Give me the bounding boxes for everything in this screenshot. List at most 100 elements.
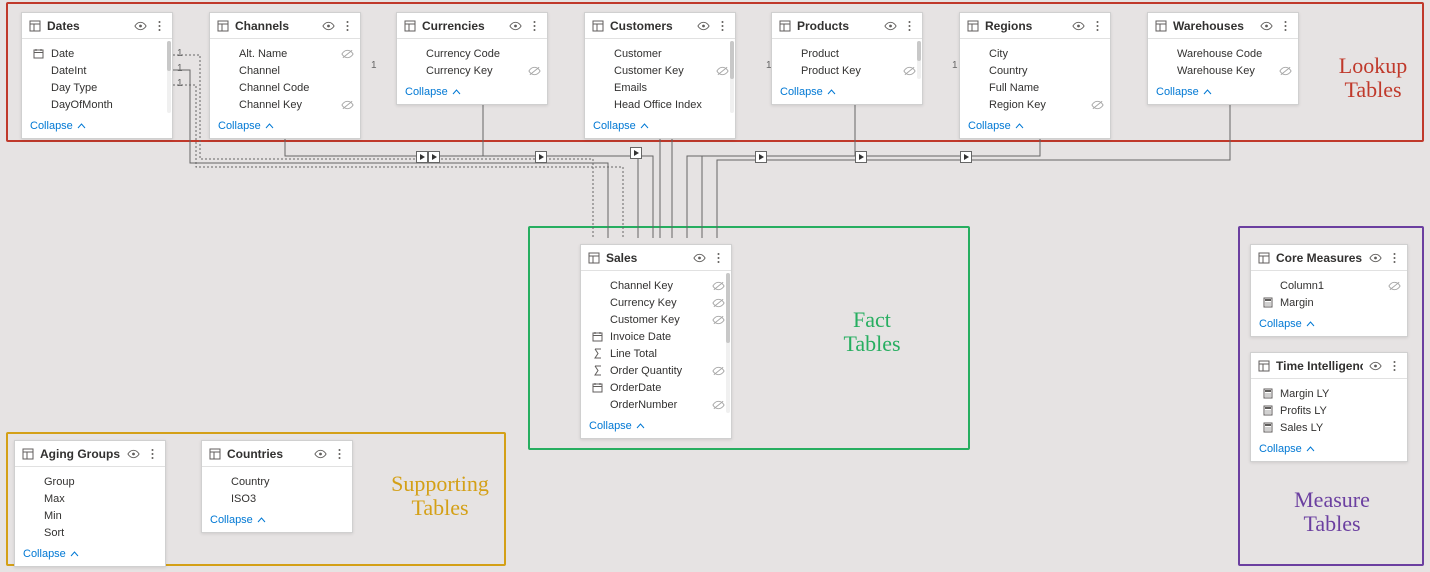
- field-row[interactable]: Region Key: [960, 96, 1110, 113]
- field-row[interactable]: Emails: [585, 79, 735, 96]
- table-currencies[interactable]: Currencies Currency Code Currency Key Co…: [396, 12, 548, 105]
- table-products[interactable]: Products Product Product Key Collapse: [771, 12, 923, 105]
- field-row[interactable]: Country: [202, 473, 352, 490]
- hidden-icon[interactable]: [341, 47, 354, 60]
- more-icon[interactable]: [716, 19, 729, 32]
- collapse-link[interactable]: Collapse: [1251, 313, 1407, 336]
- collapse-link[interactable]: Collapse: [202, 509, 352, 532]
- field-row[interactable]: Min: [15, 507, 165, 524]
- collapse-link[interactable]: Collapse: [1251, 438, 1407, 461]
- field-row[interactable]: Warehouse Key: [1148, 62, 1298, 79]
- table-time-intelligence[interactable]: Time Intelligence Margin LY Profits LY S…: [1250, 352, 1408, 462]
- field-row[interactable]: Channel Key: [581, 277, 731, 294]
- scrollbar-thumb[interactable]: [726, 273, 730, 343]
- field-row[interactable]: DateInt: [22, 62, 172, 79]
- field-row[interactable]: Customer: [585, 45, 735, 62]
- field-row[interactable]: Margin LY: [1251, 385, 1407, 402]
- visibility-icon[interactable]: [697, 19, 710, 32]
- visibility-icon[interactable]: [1072, 19, 1085, 32]
- hidden-icon[interactable]: [1279, 64, 1292, 77]
- more-icon[interactable]: [1091, 19, 1104, 32]
- field-row[interactable]: Channel Code: [210, 79, 360, 96]
- field-row[interactable]: Profits LY: [1251, 402, 1407, 419]
- field-row[interactable]: Currency Key: [397, 62, 547, 79]
- field-row[interactable]: ISO3: [202, 490, 352, 507]
- visibility-icon[interactable]: [1369, 251, 1382, 264]
- field-row[interactable]: Margin: [1251, 294, 1407, 311]
- field-row[interactable]: Alt. Name: [210, 45, 360, 62]
- more-icon[interactable]: [528, 19, 541, 32]
- more-icon[interactable]: [1388, 359, 1401, 372]
- table-core-measures[interactable]: Core Measures Column1 Margin Collapse: [1250, 244, 1408, 337]
- visibility-icon[interactable]: [1369, 359, 1382, 372]
- visibility-icon[interactable]: [127, 447, 140, 460]
- field-row[interactable]: Order Quantity: [581, 362, 731, 379]
- more-icon[interactable]: [341, 19, 354, 32]
- field-row[interactable]: Product: [772, 45, 922, 62]
- field-row[interactable]: Currency Key: [581, 294, 731, 311]
- hidden-icon[interactable]: [712, 296, 725, 309]
- more-icon[interactable]: [903, 19, 916, 32]
- visibility-icon[interactable]: [314, 447, 327, 460]
- collapse-link[interactable]: Collapse: [210, 115, 360, 138]
- table-customers[interactable]: Customers Customer Customer Key Emails H…: [584, 12, 736, 139]
- field-row[interactable]: Column1: [1251, 277, 1407, 294]
- field-row[interactable]: Product Key: [772, 62, 922, 79]
- table-channels[interactable]: Channels Alt. Name Channel Channel Code …: [209, 12, 361, 139]
- field-row[interactable]: Channel: [210, 62, 360, 79]
- scrollbar-thumb[interactable]: [167, 41, 171, 71]
- hidden-icon[interactable]: [1091, 98, 1104, 111]
- field-row[interactable]: Warehouse Code: [1148, 45, 1298, 62]
- more-icon[interactable]: [333, 447, 346, 460]
- collapse-link[interactable]: Collapse: [397, 81, 547, 104]
- hidden-icon[interactable]: [712, 364, 725, 377]
- more-icon[interactable]: [1388, 251, 1401, 264]
- field-row[interactable]: Sort: [15, 524, 165, 541]
- field-row[interactable]: Country: [960, 62, 1110, 79]
- visibility-icon[interactable]: [1260, 19, 1273, 32]
- hidden-icon[interactable]: [903, 64, 916, 77]
- collapse-link[interactable]: Collapse: [960, 115, 1110, 138]
- scrollbar-thumb[interactable]: [917, 41, 921, 61]
- collapse-link[interactable]: Collapse: [22, 115, 172, 138]
- hidden-icon[interactable]: [528, 64, 541, 77]
- collapse-link[interactable]: Collapse: [1148, 81, 1298, 104]
- field-row[interactable]: Channel Key: [210, 96, 360, 113]
- table-aging-groups[interactable]: Aging Groups Group Max Min Sort Collapse: [14, 440, 166, 567]
- hidden-icon[interactable]: [712, 279, 725, 292]
- field-row[interactable]: DayOfMonth: [22, 96, 172, 113]
- field-row[interactable]: Customer Key: [585, 62, 735, 79]
- field-row[interactable]: Max: [15, 490, 165, 507]
- field-row[interactable]: Customer Key: [581, 311, 731, 328]
- more-icon[interactable]: [146, 447, 159, 460]
- table-dates[interactable]: Dates Date DateInt Day Type DayOfMonth C…: [21, 12, 173, 139]
- more-icon[interactable]: [712, 251, 725, 264]
- field-row[interactable]: Full Name: [960, 79, 1110, 96]
- hidden-icon[interactable]: [1388, 279, 1401, 292]
- scrollbar-thumb[interactable]: [730, 41, 734, 79]
- field-row[interactable]: OrderDate: [581, 379, 731, 396]
- hidden-icon[interactable]: [341, 98, 354, 111]
- hidden-icon[interactable]: [712, 398, 725, 411]
- field-row[interactable]: Sales LY: [1251, 419, 1407, 436]
- visibility-icon[interactable]: [884, 19, 897, 32]
- field-row[interactable]: Head Office Index: [585, 96, 735, 113]
- table-sales[interactable]: Sales Channel Key Currency Key Customer …: [580, 244, 732, 439]
- hidden-icon[interactable]: [712, 313, 725, 326]
- collapse-link[interactable]: Collapse: [772, 81, 922, 104]
- collapse-link[interactable]: Collapse: [15, 543, 165, 566]
- table-countries[interactable]: Countries Country ISO3 Collapse: [201, 440, 353, 533]
- table-regions[interactable]: Regions City Country Full Name Region Ke…: [959, 12, 1111, 139]
- table-warehouses[interactable]: Warehouses Warehouse Code Warehouse Key …: [1147, 12, 1299, 105]
- field-row[interactable]: Currency Code: [397, 45, 547, 62]
- visibility-icon[interactable]: [509, 19, 522, 32]
- field-row[interactable]: Day Type: [22, 79, 172, 96]
- field-row[interactable]: City: [960, 45, 1110, 62]
- visibility-icon[interactable]: [134, 19, 147, 32]
- hidden-icon[interactable]: [716, 64, 729, 77]
- field-row[interactable]: Line Total: [581, 345, 731, 362]
- visibility-icon[interactable]: [693, 251, 706, 264]
- collapse-link[interactable]: Collapse: [585, 115, 735, 138]
- collapse-link[interactable]: Collapse: [581, 415, 731, 438]
- more-icon[interactable]: [153, 19, 166, 32]
